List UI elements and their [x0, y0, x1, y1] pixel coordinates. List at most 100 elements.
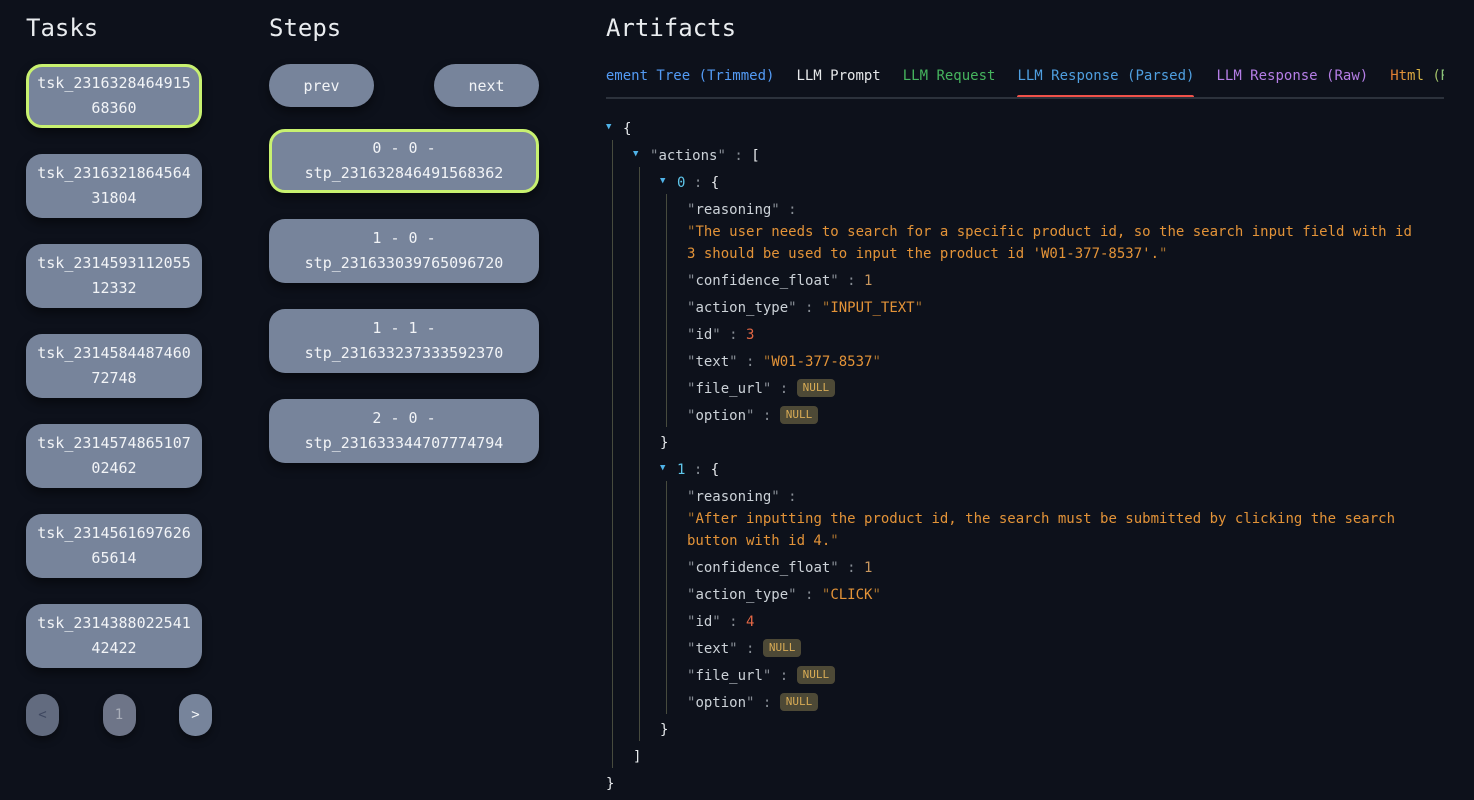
tree-caret-icon[interactable]: ▼	[633, 140, 650, 167]
pagination-next-button[interactable]: >	[179, 694, 212, 736]
indent-guide	[612, 265, 633, 292]
tab-llm-request[interactable]: LLM Request	[903, 68, 996, 97]
json-key: id	[695, 614, 712, 630]
tree-caret-icon[interactable]: ▼	[660, 454, 677, 481]
json-token: 1	[864, 273, 872, 289]
step-button-line2: stp_231633344707774794	[305, 431, 504, 456]
tree-row: "file_url" : NULL	[606, 373, 1444, 400]
json-string-value: INPUT_TEXT	[830, 300, 914, 316]
task-button[interactable]: tsk_231632186456431804	[26, 154, 202, 218]
pagination-prev-button[interactable]: <	[26, 694, 59, 736]
indent-guide	[639, 167, 660, 194]
task-button[interactable]: tsk_231632846491568360	[26, 64, 202, 128]
step-button[interactable]: 1 - 1 -stp_231633237333592370	[269, 309, 539, 373]
indent-guide	[666, 579, 687, 606]
tree-row-content: "reasoning" :	[687, 194, 797, 221]
task-button[interactable]: tsk_231438802254142422	[26, 604, 202, 668]
tree-row: "file_url" : NULL	[606, 660, 1444, 687]
tab-llm-response-parsed[interactable]: LLM Response (Parsed)	[1017, 68, 1194, 97]
indent-guide	[612, 454, 633, 481]
indent-guide	[612, 741, 633, 768]
json-token: :	[771, 381, 796, 397]
tree-row-content: }	[660, 427, 668, 454]
task-list: tsk_231632846491568360 tsk_23163218645643…	[26, 64, 202, 668]
tasks-pagination: < 1 >	[26, 694, 212, 736]
artifacts-tabbar: Element Tree (Trimmed) LLM Prompt LLM Requ…	[606, 68, 1444, 99]
json-key: action_type	[695, 587, 788, 603]
indent-guide	[666, 319, 687, 346]
json-token: }	[606, 776, 614, 792]
indent-guide	[639, 714, 660, 741]
indent-guide	[666, 660, 687, 687]
tab-html-raw[interactable]: Html (Raw)	[1390, 68, 1444, 97]
task-button[interactable]: tsk_231456169762665614	[26, 514, 202, 578]
json-key: option	[695, 408, 746, 424]
json-token: {	[711, 462, 719, 478]
tree-row: "text" : NULL	[606, 633, 1444, 660]
indent-guide	[612, 508, 633, 552]
tree-row-content: "After inputting the product id, the sea…	[687, 508, 1415, 552]
json-token: :	[754, 408, 779, 424]
indent-guide	[666, 194, 687, 221]
tree-row-content: "action_type" : "INPUT_TEXT"	[687, 292, 923, 319]
step-button-line1: 2 - 0 -	[372, 406, 435, 431]
json-key: text	[695, 641, 729, 657]
indent-guide	[639, 400, 660, 427]
tree-row-content: "reasoning" :	[687, 481, 797, 508]
step-button-line1: 1 - 1 -	[372, 316, 435, 341]
tree-row: "action_type" : "CLICK"	[606, 579, 1444, 606]
tree-row-content: 0 : {	[677, 167, 719, 194]
task-button[interactable]: tsk_231457486510702462	[26, 424, 202, 488]
tree-row: "option" : NULL	[606, 400, 1444, 427]
task-button[interactable]: tsk_231459311205512332	[26, 244, 202, 308]
indent-guide	[666, 346, 687, 373]
tree-row-content: "action_type" : "CLICK"	[687, 579, 881, 606]
json-token: :	[738, 641, 763, 657]
tab-llm-response-raw[interactable]: LLM Response (Raw)	[1216, 68, 1368, 97]
json-token: }	[660, 435, 668, 451]
indent-guide	[612, 714, 633, 741]
indent-guide	[666, 373, 687, 400]
indent-guide	[639, 346, 660, 373]
tree-row-content: }	[660, 714, 668, 741]
step-button[interactable]: 1 - 0 -stp_231633039765096720	[269, 219, 539, 283]
tree-row: "option" : NULL	[606, 687, 1444, 714]
step-button-line2: stp_231633237333592370	[305, 341, 504, 366]
null-badge: NULL	[780, 406, 819, 424]
tree-row: ▼{	[606, 113, 1444, 140]
json-tree-viewer: ▼{▼"actions" : [▼0 : {"reasoning" :"The …	[606, 99, 1444, 795]
prev-step-button[interactable]: prev	[269, 64, 374, 107]
indent-guide	[639, 265, 660, 292]
step-button[interactable]: 2 - 0 -stp_231633344707774794	[269, 399, 539, 463]
next-step-button[interactable]: next	[434, 64, 539, 107]
tree-caret-icon[interactable]: ▼	[606, 113, 623, 140]
tree-row-content: "The user needs to search for a specific…	[687, 221, 1415, 265]
tab-element-tree-trimmed[interactable]: Element Tree (Trimmed)	[606, 68, 774, 97]
tree-row: }	[606, 427, 1444, 454]
steps-panel: Steps prev next 0 - 0 -stp_2316328464915…	[269, 0, 539, 489]
json-token: }	[660, 722, 668, 738]
indent-guide	[639, 194, 660, 221]
indent-guide	[639, 292, 660, 319]
tree-row: "confidence_float" : 1	[606, 552, 1444, 579]
step-list: 0 - 0 -stp_231632846491568362 1 - 0 -stp_…	[269, 129, 539, 463]
tab-llm-prompt[interactable]: LLM Prompt	[796, 68, 880, 97]
tasks-panel: Tasks tsk_231632846491568360tsk_23163218…	[26, 0, 202, 736]
indent-guide	[612, 373, 633, 400]
tree-row: }	[606, 714, 1444, 741]
null-badge: NULL	[797, 379, 836, 397]
artifacts-title: Artifacts	[606, 14, 1444, 42]
indent-guide	[612, 346, 633, 373]
tree-row-content: "text" : "W01-377-8537"	[687, 346, 881, 373]
json-token: :	[685, 462, 710, 478]
json-token: :	[721, 327, 746, 343]
tree-caret-icon[interactable]: ▼	[660, 167, 677, 194]
tree-row: ]	[606, 741, 1444, 768]
json-token: ]	[633, 749, 641, 765]
json-key: confidence_float	[695, 560, 830, 576]
step-button[interactable]: 0 - 0 -stp_231632846491568362	[269, 129, 539, 193]
pagination-page-button[interactable]: 1	[103, 694, 136, 736]
task-button[interactable]: tsk_231458448746072748	[26, 334, 202, 398]
indent-guide	[666, 221, 687, 265]
null-badge: NULL	[797, 666, 836, 684]
